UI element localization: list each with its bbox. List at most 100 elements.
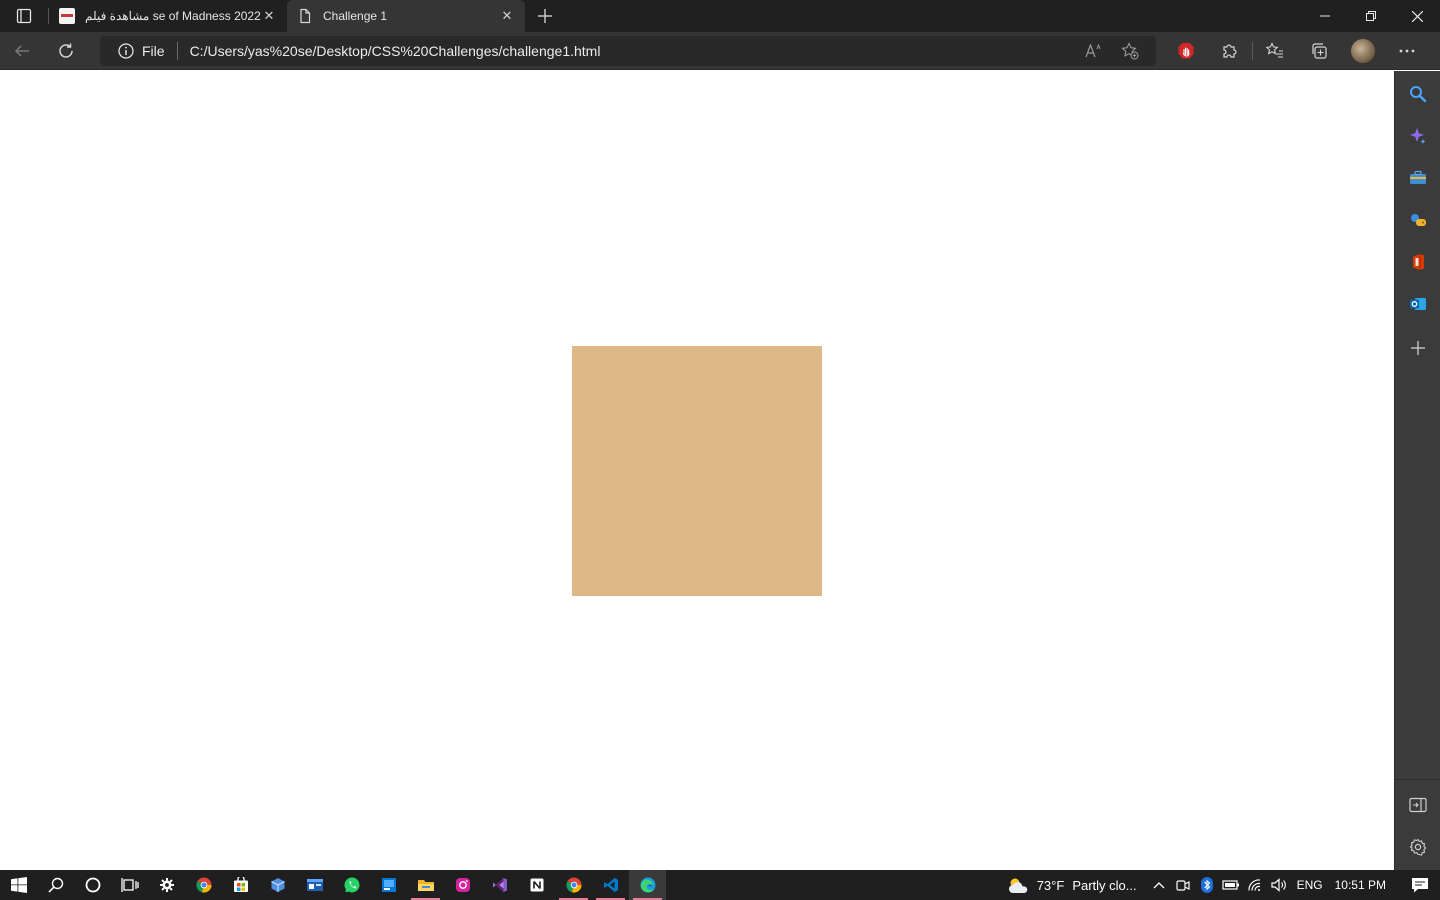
bluetooth-icon [1200,877,1213,893]
battery-icon [1222,880,1239,890]
tab-close-icon[interactable]: ✕ [261,8,277,24]
edge-sidebar [1394,71,1440,870]
new-tab-button[interactable] [527,0,563,32]
taskbar-visual-studio-app[interactable] [481,870,518,900]
volume-button[interactable] [1267,870,1291,900]
back-button[interactable] [0,32,44,70]
tab-strip: se of Madness 2022 مشاهدة فيلم ✕ Challen… [0,0,1440,32]
taskbar-whatsapp-app[interactable] [333,870,370,900]
close-window-button[interactable] [1394,0,1440,32]
sidebar-search-button[interactable] [1395,73,1440,115]
sidebar-tools-button[interactable] [1395,157,1440,199]
restore-icon [1366,11,1376,21]
windows-taskbar: 73°F Partly clo... ENG 10:51 PM [0,870,1440,900]
tab-actions-button[interactable] [0,0,48,32]
search-icon [47,877,63,893]
chrome-icon [195,877,212,893]
taskbar-settings-app[interactable] [148,870,185,900]
collections-icon [1312,43,1327,59]
cortana-button[interactable] [74,870,111,900]
tab-close-icon[interactable]: ✕ [499,8,515,24]
wifi-icon [1248,879,1260,891]
refresh-icon [59,43,73,58]
tab-movie[interactable]: se of Madness 2022 مشاهدة فيلم ✕ [49,0,287,32]
sidebar-settings-button[interactable] [1395,826,1440,868]
clock-time[interactable]: 10:51 PM [1335,878,1386,892]
tab-title: se of Madness 2022 مشاهدة فيلم [85,9,261,23]
page-viewport [0,71,1394,870]
system-tray: 73°F Partly clo... ENG 10:51 PM [1007,870,1440,900]
taskbar-vscode-app[interactable] [592,870,629,900]
task-view-button[interactable] [111,870,148,900]
taskbar-store-app[interactable] [222,870,259,900]
app-blue-icon [381,878,396,892]
address-bar[interactable]: File C:/Users/yas%20se/Desktop/CSS%20Cha… [100,36,1156,66]
tab-challenge-1[interactable]: Challenge 1 ✕ [287,0,525,32]
bluetooth-button[interactable] [1195,870,1219,900]
profile-button[interactable] [1341,32,1385,70]
address-divider [176,42,178,60]
sidebar-outlook-button[interactable] [1395,283,1440,325]
edge-icon [640,877,655,893]
toolbox-icon [1410,170,1426,184]
whatsapp-icon [344,877,359,893]
settings-more-button[interactable] [1385,32,1429,70]
more-dots-icon [1399,49,1415,53]
info-icon [118,43,134,59]
task-view-icon [120,878,139,892]
sidebar-games-button[interactable] [1395,199,1440,241]
site-info-button[interactable]: File [118,43,165,59]
avatar [1351,39,1375,63]
office-icon [1413,254,1424,270]
sidebar-add-button[interactable] [1395,327,1440,369]
sidebar-discover-button[interactable] [1395,115,1440,157]
taskbar-instagram-app[interactable] [444,870,481,900]
battery-button[interactable] [1219,870,1243,900]
favorites-button[interactable] [1253,32,1297,70]
taskbar-window-app[interactable] [296,870,333,900]
url-text[interactable]: C:/Users/yas%20se/Desktop/CSS%20Challeng… [190,43,601,59]
collections-button[interactable] [1297,32,1341,70]
start-button[interactable] [0,870,37,900]
tab-actions-icon [16,8,32,24]
network-button[interactable] [1243,870,1267,900]
sidebar-hide-button[interactable] [1395,784,1440,826]
restore-button[interactable] [1348,0,1394,32]
tab-title: Challenge 1 [323,9,388,23]
action-center-button[interactable] [1400,870,1440,900]
site-info-label: File [142,43,165,59]
meet-now-button[interactable] [1171,870,1195,900]
taskbar-chrome-running-app[interactable] [555,870,592,900]
taskbar-box-app[interactable] [259,870,296,900]
weather-temp: 73°F [1036,877,1065,893]
refresh-button[interactable] [44,32,88,70]
sidebar-office-button[interactable] [1395,241,1440,283]
settings-icon [1409,838,1427,856]
adblock-hand-icon [1178,43,1194,59]
close-icon [1411,10,1423,22]
favorites-list-icon [1266,42,1283,58]
gear-icon [159,878,174,892]
show-hidden-icons-button[interactable] [1147,870,1171,900]
read-aloud-button[interactable] [1076,36,1112,66]
store-icon [233,877,248,892]
taskbar-chrome-app[interactable] [185,870,222,900]
page-icon [300,8,311,24]
weather-widget[interactable]: 73°F Partly clo... [1007,876,1137,894]
app-window-icon [306,879,323,891]
taskbar-notion-app[interactable] [518,870,555,900]
add-favorite-button[interactable] [1112,36,1148,66]
minimize-icon [1320,15,1330,17]
taskbar-blue-app[interactable] [370,870,407,900]
taskbar-edge-app[interactable] [629,870,666,900]
sidebar-divider [1395,779,1440,780]
input-language[interactable]: ENG [1297,878,1323,892]
minimize-button[interactable] [1302,0,1348,32]
taskbar-search-button[interactable] [37,870,74,900]
extensions-button[interactable] [1208,32,1252,70]
adblock-extension-button[interactable] [1164,32,1208,70]
taskbar-file-explorer-app[interactable] [407,870,444,900]
windows-logo-icon [10,877,27,893]
split-screen-icon [1409,797,1427,813]
add-icon [1411,341,1425,355]
